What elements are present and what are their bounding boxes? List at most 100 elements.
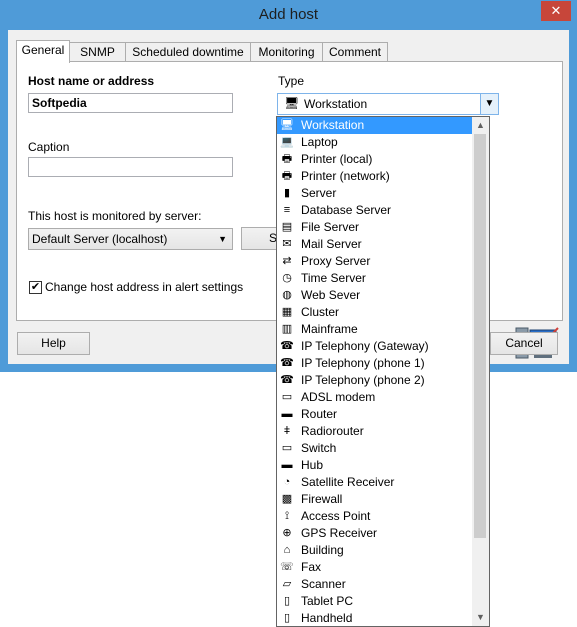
tab-snmp[interactable]: SNMP bbox=[69, 42, 126, 62]
type-option[interactable]: ⊕ GPS Receiver bbox=[277, 525, 489, 542]
type-option-label: Router bbox=[301, 407, 338, 421]
type-option-label: Hub bbox=[301, 458, 324, 472]
switch-icon: ▭ bbox=[281, 442, 293, 454]
server-label: This host is monitored by server: bbox=[28, 209, 202, 223]
tab-scheduled-downtime[interactable]: Scheduled downtime bbox=[125, 42, 251, 62]
type-option-label: Web Sever bbox=[301, 288, 361, 302]
chevron-down-icon[interactable]: ▼ bbox=[480, 94, 498, 114]
satellite-icon: ◔ bbox=[283, 476, 291, 488]
type-option-label: Radiorouter bbox=[301, 424, 364, 438]
type-option-label: Mainframe bbox=[301, 322, 358, 336]
server-icon: ▮ bbox=[283, 187, 291, 199]
type-option[interactable]: ≡ Database Server bbox=[277, 202, 489, 219]
type-option[interactable]: ▬ Hub bbox=[277, 457, 489, 474]
type-option[interactable]: ☎ IP Telephony (phone 1) bbox=[277, 355, 489, 372]
time-server-icon: ◷ bbox=[282, 272, 292, 284]
type-option-label: Workstation bbox=[301, 118, 365, 132]
type-option-label: Building bbox=[301, 543, 344, 557]
caption-label: Caption bbox=[28, 140, 70, 154]
gps-icon: ⊕ bbox=[282, 527, 292, 539]
mainframe-icon: ▥ bbox=[281, 323, 293, 335]
type-option-label: IP Telephony (Gateway) bbox=[301, 339, 429, 353]
building-icon: ⌂ bbox=[283, 544, 291, 556]
laptop-icon: 💻 bbox=[280, 136, 294, 148]
tab-comment[interactable]: Comment bbox=[322, 42, 388, 62]
scroll-thumb[interactable] bbox=[474, 134, 486, 538]
type-option-label: Proxy Server bbox=[301, 254, 371, 268]
type-label: Type bbox=[278, 74, 305, 88]
type-option[interactable]: ▭ ADSL modem bbox=[277, 389, 489, 406]
web-server-icon: ◍ bbox=[282, 289, 292, 301]
type-option[interactable]: ▦ Cluster bbox=[277, 304, 489, 321]
help-button[interactable]: Help bbox=[17, 332, 90, 355]
type-option-label: IP Telephony (phone 1) bbox=[301, 356, 425, 370]
type-option[interactable]: ▭ Switch bbox=[277, 440, 489, 457]
host-name-field[interactable]: Softpedia bbox=[28, 93, 233, 113]
type-option[interactable]: ⌂ Building bbox=[277, 542, 489, 559]
type-option[interactable]: 🖶 Printer (network) bbox=[277, 168, 489, 185]
modem-icon: ▭ bbox=[281, 391, 293, 403]
type-option-label: Laptop bbox=[301, 135, 338, 149]
type-option-label: Tablet PC bbox=[301, 594, 354, 608]
close-button[interactable]: ✕ bbox=[541, 1, 571, 21]
file-server-icon: ▤ bbox=[281, 221, 293, 233]
database-icon: ≡ bbox=[283, 204, 291, 216]
type-option[interactable]: ☎ IP Telephony (Gateway) bbox=[277, 338, 489, 355]
type-option-label: Scanner bbox=[301, 577, 346, 591]
type-option[interactable]: ▩ Firewall bbox=[277, 491, 489, 508]
workstation-icon: 🖥 bbox=[280, 119, 294, 131]
title-bar[interactable]: Add host ✕ bbox=[0, 0, 577, 30]
caption-field[interactable] bbox=[28, 157, 233, 177]
scroll-down-icon[interactable]: ▼ bbox=[472, 609, 489, 626]
type-option[interactable]: ☎ IP Telephony (phone 2) bbox=[277, 372, 489, 389]
type-option[interactable]: ◷ Time Server bbox=[277, 270, 489, 287]
type-option[interactable]: ▮ Server bbox=[277, 185, 489, 202]
type-option-label: GPS Receiver bbox=[301, 526, 378, 540]
type-option[interactable]: ▬ Router bbox=[277, 406, 489, 423]
type-option[interactable]: ⟟ Access Point bbox=[277, 508, 489, 525]
type-option-label: Server bbox=[301, 186, 337, 200]
change-address-checkbox[interactable]: ✔ bbox=[29, 281, 42, 294]
type-option[interactable]: ☏ Fax bbox=[277, 559, 489, 576]
type-option-label: Cluster bbox=[301, 305, 340, 319]
type-option-label: Fax bbox=[301, 560, 322, 574]
type-option-label: Access Point bbox=[301, 509, 371, 523]
type-option-label: Switch bbox=[301, 441, 337, 455]
type-option-label: Handheld bbox=[301, 611, 353, 625]
printer-icon: 🖶 bbox=[281, 153, 293, 165]
type-option-label: File Server bbox=[301, 220, 360, 234]
type-option[interactable]: ⇄ Proxy Server bbox=[277, 253, 489, 270]
type-option[interactable]: 💻 Laptop bbox=[277, 134, 489, 151]
type-option[interactable]: ▯ Handheld bbox=[277, 610, 489, 626]
change-address-label: Change host address in alert settings bbox=[45, 280, 244, 294]
type-option[interactable]: ◔ Satellite Receiver bbox=[277, 474, 489, 491]
type-option-label: Time Server bbox=[301, 271, 366, 285]
type-option[interactable]: ✉ Mail Server bbox=[277, 236, 489, 253]
type-option[interactable]: 🖶 Printer (local) bbox=[277, 151, 489, 168]
type-option-label: IP Telephony (phone 2) bbox=[301, 373, 425, 387]
access-point-icon: ⟟ bbox=[284, 510, 290, 522]
type-option[interactable]: ▯ Tablet PC bbox=[277, 593, 489, 610]
type-option[interactable]: ▥ Mainframe bbox=[277, 321, 489, 338]
cancel-button[interactable]: Cancel bbox=[490, 332, 558, 355]
type-select[interactable]: 🖥 Workstation ▼ bbox=[277, 93, 499, 115]
tab-monitoring[interactable]: Monitoring bbox=[250, 42, 323, 62]
cluster-icon: ▦ bbox=[281, 306, 293, 318]
type-option[interactable]: ▤ File Server bbox=[277, 219, 489, 236]
type-option-label: Database Server bbox=[301, 203, 392, 217]
type-option[interactable]: ▱ Scanner bbox=[277, 576, 489, 593]
ip-gateway-icon: ☎ bbox=[280, 340, 294, 352]
list-scrollbar[interactable]: ▲ ▼ bbox=[472, 117, 489, 626]
scroll-up-icon[interactable]: ▲ bbox=[472, 117, 489, 134]
ip-phone-2-icon: ☎ bbox=[280, 374, 294, 386]
type-option[interactable]: 🖥 Workstation bbox=[277, 117, 489, 134]
type-option-label: Mail Server bbox=[301, 237, 362, 251]
type-option[interactable]: ◍ Web Sever bbox=[277, 287, 489, 304]
type-option[interactable]: ǂ Radiorouter bbox=[277, 423, 489, 440]
type-option-label: Printer (network) bbox=[301, 169, 390, 183]
tablet-icon: ▯ bbox=[283, 595, 291, 607]
server-select[interactable]: Default Server (localhost) ▼ bbox=[28, 228, 233, 250]
tab-general[interactable]: General bbox=[16, 40, 70, 63]
type-options: 🖥 Workstation 💻 Laptop 🖶 Printer (local) 🖶 Prin… bbox=[277, 117, 489, 626]
router-icon: ▬ bbox=[281, 408, 293, 420]
